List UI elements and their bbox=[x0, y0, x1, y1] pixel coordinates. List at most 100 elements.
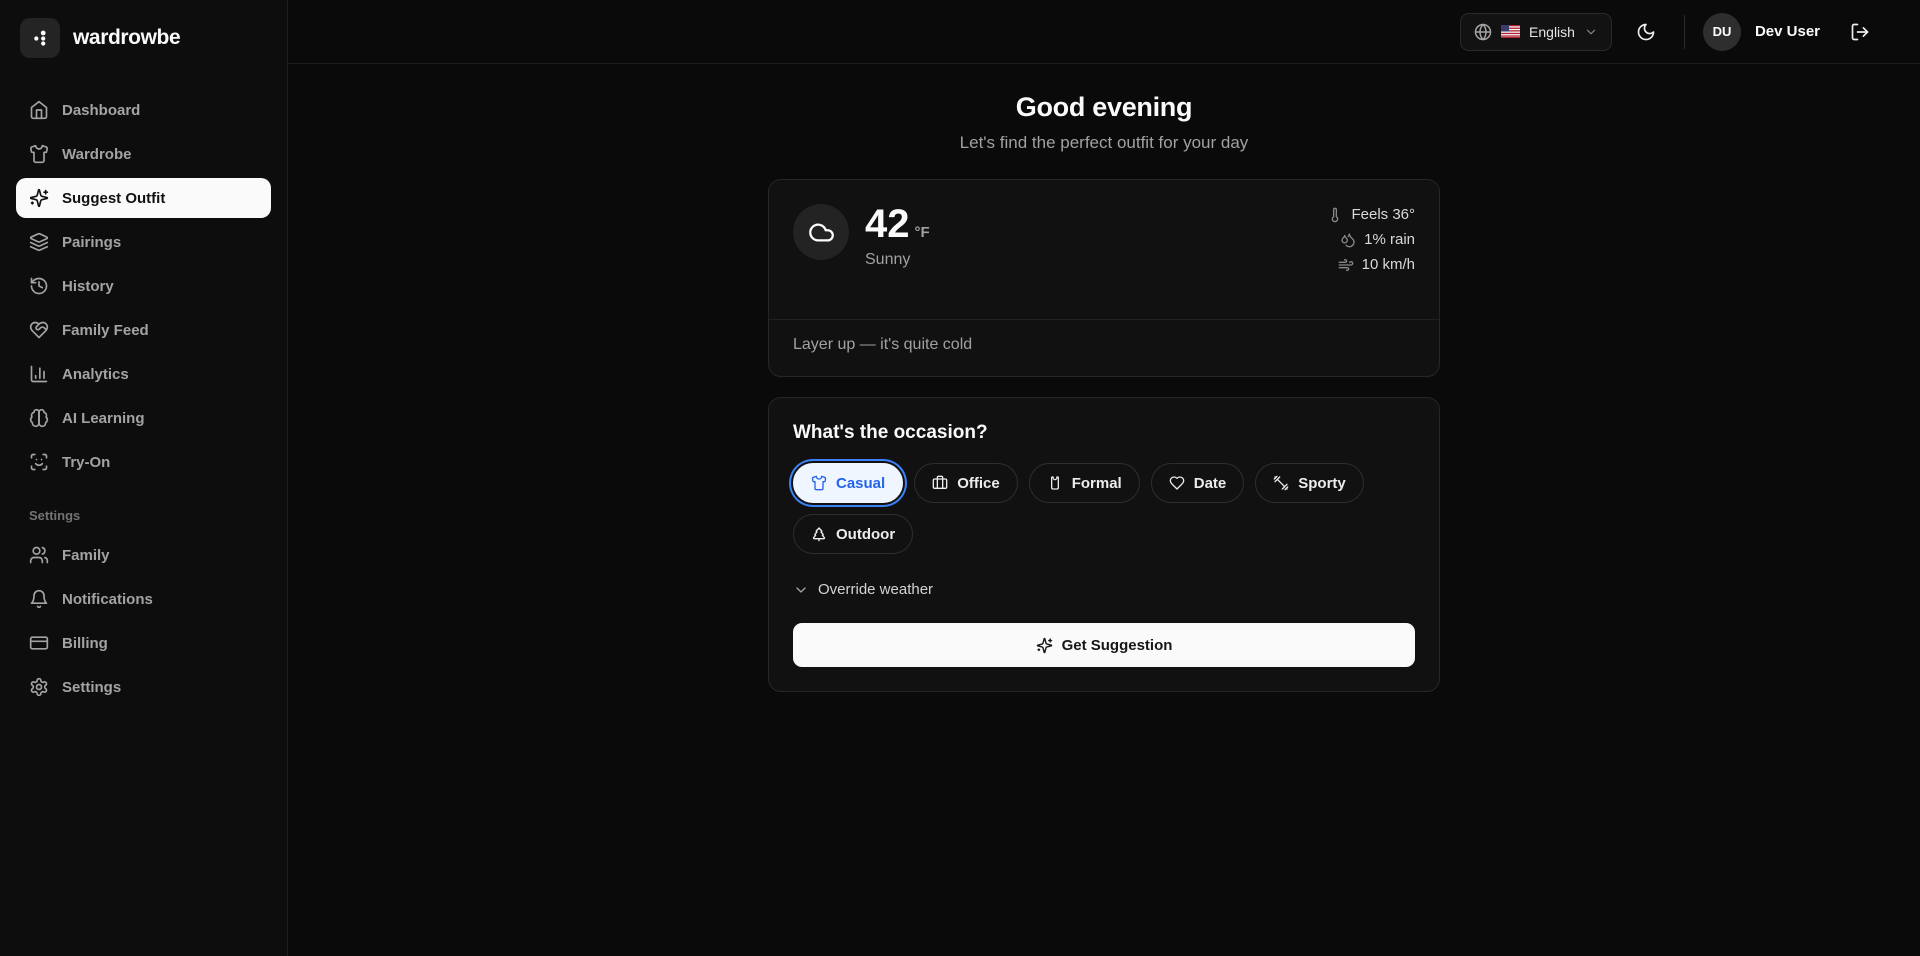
weather-card: 42 °F Sunny Feels 36° bbox=[768, 179, 1440, 377]
occasion-chip-office[interactable]: Office bbox=[914, 463, 1018, 503]
get-suggestion-button[interactable]: Get Suggestion bbox=[793, 623, 1415, 667]
header-divider bbox=[1684, 15, 1685, 49]
top-header: English DU Dev User bbox=[288, 0, 1920, 64]
moon-icon bbox=[1636, 22, 1656, 42]
users-icon bbox=[29, 545, 49, 565]
sidebar-item-analytics[interactable]: Analytics bbox=[16, 354, 271, 394]
language-label: English bbox=[1529, 24, 1575, 40]
brain-icon bbox=[29, 408, 49, 428]
chip-label: Outdoor bbox=[836, 526, 895, 543]
chip-label: Office bbox=[957, 475, 1000, 492]
sidebar-item-label: Notifications bbox=[62, 591, 153, 608]
weather-condition-badge bbox=[793, 204, 849, 260]
chevron-down-icon bbox=[793, 582, 809, 598]
page-content: Good evening Let's find the perfect outf… bbox=[288, 64, 1920, 692]
user-name: Dev User bbox=[1755, 23, 1820, 40]
chip-label: Casual bbox=[836, 475, 885, 492]
bell-icon bbox=[29, 589, 49, 609]
sidebar-item-pairings[interactable]: Pairings bbox=[16, 222, 271, 262]
override-weather-toggle[interactable]: Override weather bbox=[793, 581, 1415, 598]
sidebar-item-label: Suggest Outfit bbox=[62, 190, 165, 207]
sidebar-item-dashboard[interactable]: Dashboard bbox=[16, 90, 271, 130]
sidebar-item-billing[interactable]: Billing bbox=[16, 623, 271, 663]
wind-value: 10 km/h bbox=[1362, 256, 1415, 273]
sidebar-item-label: AI Learning bbox=[62, 410, 145, 427]
sidebar-section-settings-label: Settings bbox=[29, 508, 258, 523]
chevron-down-icon bbox=[1584, 25, 1598, 39]
rain-value: 1% rain bbox=[1364, 231, 1415, 248]
brand-name: wardrowbe bbox=[73, 26, 180, 50]
sidebar-item-family-feed[interactable]: Family Feed bbox=[16, 310, 271, 350]
app-root: wardrowbe Dashboard Wardrobe Suggest Out… bbox=[0, 0, 1920, 956]
sidebar: wardrowbe Dashboard Wardrobe Suggest Out… bbox=[0, 0, 288, 956]
weather-summary: Layer up — it's quite cold bbox=[769, 320, 1439, 376]
theme-toggle-button[interactable] bbox=[1626, 12, 1666, 52]
weather-condition: Sunny bbox=[865, 251, 930, 269]
occasion-card: What's the occasion? Casual Office Forma… bbox=[768, 397, 1440, 692]
temperature-value: 42 bbox=[865, 204, 910, 244]
sparkles-icon bbox=[1036, 637, 1053, 654]
sidebar-item-wardrobe[interactable]: Wardrobe bbox=[16, 134, 271, 174]
sidebar-item-label: Billing bbox=[62, 635, 108, 652]
main-area: English DU Dev User Good evening Let's f… bbox=[288, 0, 1920, 956]
language-selector[interactable]: English bbox=[1460, 13, 1612, 51]
override-weather-label: Override weather bbox=[818, 581, 933, 598]
occasion-chip-formal[interactable]: Formal bbox=[1029, 463, 1140, 503]
page-title: Good evening bbox=[1016, 92, 1192, 123]
occasion-title: What's the occasion? bbox=[793, 422, 1415, 444]
pine-tree-icon bbox=[811, 526, 827, 542]
sidebar-item-label: Wardrobe bbox=[62, 146, 131, 163]
sidebar-item-notifications[interactable]: Notifications bbox=[16, 579, 271, 619]
dumbbell-icon bbox=[1273, 475, 1289, 491]
chip-label: Formal bbox=[1072, 475, 1122, 492]
feels-like-value: Feels 36° bbox=[1351, 206, 1415, 223]
occasion-chips: Casual Office Formal Date bbox=[793, 463, 1415, 554]
occasion-chip-outdoor[interactable]: Outdoor bbox=[793, 514, 913, 554]
sidebar-item-suggest-outfit[interactable]: Suggest Outfit bbox=[16, 178, 271, 218]
gear-icon bbox=[29, 677, 49, 697]
face-scan-icon bbox=[29, 452, 49, 472]
brand-dots-icon bbox=[20, 18, 60, 58]
temperature-unit: °F bbox=[915, 224, 930, 241]
sparkles-icon bbox=[29, 188, 49, 208]
bar-chart-icon bbox=[29, 364, 49, 384]
occasion-chip-sporty[interactable]: Sporty bbox=[1255, 463, 1364, 503]
wind-icon bbox=[1338, 257, 1354, 273]
heart-icon bbox=[1169, 475, 1185, 491]
globe-icon bbox=[1474, 23, 1492, 41]
formal-shirt-icon bbox=[1047, 475, 1063, 491]
sidebar-item-settings[interactable]: Settings bbox=[16, 667, 271, 707]
credit-card-icon bbox=[29, 633, 49, 653]
thermometer-icon bbox=[1327, 207, 1343, 223]
weather-stats: Feels 36° 1% rain 10 km/h bbox=[1327, 204, 1415, 273]
us-flag-icon bbox=[1501, 25, 1520, 38]
sidebar-item-family[interactable]: Family bbox=[16, 535, 271, 575]
sidebar-item-label: Family bbox=[62, 547, 110, 564]
sidebar-item-label: Analytics bbox=[62, 366, 129, 383]
sidebar-item-ai-learning[interactable]: AI Learning bbox=[16, 398, 271, 438]
logout-button[interactable] bbox=[1840, 12, 1880, 52]
sidebar-item-label: Pairings bbox=[62, 234, 121, 251]
page-subtitle: Let's find the perfect outfit for your d… bbox=[960, 133, 1249, 153]
sidebar-nav: Dashboard Wardrobe Suggest Outfit Pairin… bbox=[16, 90, 271, 707]
brand-logo: wardrowbe bbox=[16, 16, 271, 60]
chip-label: Sporty bbox=[1298, 475, 1346, 492]
sidebar-item-label: Try-On bbox=[62, 454, 110, 471]
get-suggestion-label: Get Suggestion bbox=[1062, 637, 1173, 654]
occasion-chip-date[interactable]: Date bbox=[1151, 463, 1245, 503]
wind-stat: 10 km/h bbox=[1338, 256, 1415, 273]
sidebar-item-history[interactable]: History bbox=[16, 266, 271, 306]
briefcase-icon bbox=[932, 475, 948, 491]
sidebar-item-try-on[interactable]: Try-On bbox=[16, 442, 271, 482]
shirt-icon bbox=[29, 144, 49, 164]
home-icon bbox=[29, 100, 49, 120]
layers-icon bbox=[29, 232, 49, 252]
cloud-icon bbox=[808, 219, 835, 246]
user-avatar[interactable]: DU bbox=[1703, 13, 1741, 51]
occasion-chip-casual[interactable]: Casual bbox=[793, 463, 903, 503]
history-clock-icon bbox=[29, 276, 49, 296]
feels-like-stat: Feels 36° bbox=[1327, 206, 1415, 223]
rain-stat: 1% rain bbox=[1340, 231, 1415, 248]
shirt-icon bbox=[811, 475, 827, 491]
sidebar-item-label: Settings bbox=[62, 679, 121, 696]
